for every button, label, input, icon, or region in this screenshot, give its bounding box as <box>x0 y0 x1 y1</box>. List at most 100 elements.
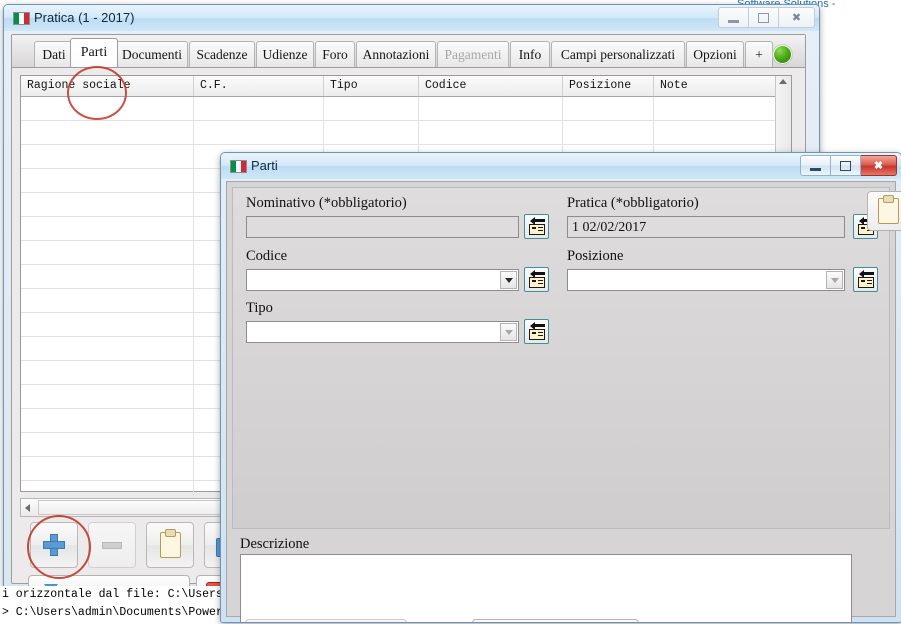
tipo-lookup-button[interactable] <box>524 319 549 344</box>
scroll-left-arrow-icon[interactable] <box>25 504 30 512</box>
grid-col-codice[interactable]: Codice <box>419 76 563 96</box>
tab-dati[interactable]: Dati <box>34 41 74 67</box>
chevron-down-icon[interactable] <box>500 271 517 289</box>
tab-pagamenti: Pagamenti <box>437 41 509 67</box>
close-icon[interactable]: ✖ <box>779 7 815 28</box>
grid-col-note[interactable]: Note <box>654 76 776 96</box>
dialog-window-controls: ✖ <box>800 155 897 176</box>
posizione-lookup-button[interactable] <box>853 267 878 292</box>
table-cell[interactable] <box>563 97 654 120</box>
minimize-icon[interactable] <box>718 7 749 28</box>
tab-parti[interactable]: Parti <box>70 38 118 67</box>
pratica-label: Pratica (*obbligatorio) <box>567 195 699 211</box>
posizione-label: Posizione <box>567 248 624 264</box>
add-row-button[interactable] <box>30 522 78 568</box>
descrizione-paste-button[interactable] <box>867 191 901 231</box>
table-cell[interactable] <box>324 97 419 120</box>
tab-strip: Dati Parti Documenti Scadenze Udienze Fo… <box>12 35 805 68</box>
dialog-save-button: Salva (F10) <box>245 619 407 622</box>
paste-rows-button[interactable] <box>146 522 194 568</box>
dialog-body: Nominativo (*obbligatorio) Pratica (*obb… <box>221 179 901 622</box>
maximize-icon[interactable] <box>831 155 861 176</box>
table-cell[interactable] <box>21 289 194 312</box>
grid-col-tipo[interactable]: Tipo <box>324 76 419 96</box>
clipboard-icon <box>877 195 899 224</box>
descrizione-textarea[interactable] <box>240 554 852 622</box>
table-cell[interactable] <box>654 97 776 120</box>
table-cell[interactable] <box>21 169 194 192</box>
table-cell[interactable] <box>21 265 194 288</box>
tab-campi-personalizzati[interactable]: Campi personalizzati <box>551 41 685 67</box>
table-cell[interactable] <box>654 121 776 144</box>
minimize-icon[interactable] <box>800 155 831 176</box>
italian-flag-icon <box>230 160 247 173</box>
minus-icon <box>102 541 122 549</box>
parti-dialog: Parti ✖ Nominativo (*obbligatorio) Prati… <box>220 152 901 623</box>
posizione-combo[interactable] <box>567 269 845 291</box>
table-cell[interactable] <box>21 409 194 432</box>
maximize-icon[interactable] <box>749 7 779 28</box>
table-cell[interactable] <box>324 121 419 144</box>
tab-add-new[interactable]: + <box>745 41 773 67</box>
tab-info[interactable]: Info <box>510 41 550 67</box>
clipboard-icon <box>159 529 181 558</box>
plus-icon <box>43 534 65 556</box>
dialog-footer: Salva (F10) ✖ Annulla (Esc) <box>232 619 900 622</box>
desktop-background: Software Solutions - Pratica (1 - 2017) … <box>0 0 901 624</box>
table-cell[interactable] <box>194 97 324 120</box>
codice-label: Codice <box>246 248 288 264</box>
main-window-titlebar[interactable]: Pratica (1 - 2017) ✖ <box>4 5 819 32</box>
table-row[interactable] <box>21 97 791 121</box>
table-cell[interactable] <box>419 97 563 120</box>
table-cell[interactable] <box>21 241 194 264</box>
tipo-combo[interactable] <box>246 321 519 343</box>
chevron-down-icon[interactable] <box>826 271 843 289</box>
dialog-titlebar[interactable]: Parti ✖ <box>221 153 901 180</box>
descrizione-group: Descrizione <box>238 536 858 622</box>
nominativo-lookup-button[interactable] <box>524 214 549 239</box>
table-cell[interactable] <box>419 121 563 144</box>
grid-col-posizione[interactable]: Posizione <box>563 76 654 96</box>
table-cell[interactable] <box>21 313 194 336</box>
table-cell[interactable] <box>21 457 194 480</box>
tipo-label: Tipo <box>246 300 273 316</box>
nominativo-label: Nominativo (*obbligatorio) <box>246 195 407 211</box>
grid-col-cf[interactable]: C.F. <box>194 76 324 96</box>
tab-opzioni[interactable]: Opzioni <box>686 41 744 67</box>
dialog-content: Nominativo (*obbligatorio) Pratica (*obb… <box>226 181 901 622</box>
italian-flag-icon <box>13 12 30 25</box>
table-row[interactable] <box>21 121 791 145</box>
nominativo-input[interactable] <box>246 216 519 238</box>
table-cell[interactable] <box>21 121 194 144</box>
grid-header-row: Ragione sociale C.F. Tipo Codice Posizio… <box>21 76 791 97</box>
table-cell[interactable] <box>194 121 324 144</box>
tab-udienze[interactable]: Udienze <box>256 41 314 67</box>
tab-foro[interactable]: Foro <box>315 41 355 67</box>
table-cell[interactable] <box>21 361 194 384</box>
codice-lookup-button[interactable] <box>524 267 549 292</box>
table-cell[interactable] <box>21 433 194 456</box>
table-cell[interactable] <box>21 193 194 216</box>
tab-scadenze[interactable]: Scadenze <box>189 41 255 67</box>
table-cell[interactable] <box>21 337 194 360</box>
tab-annotazioni[interactable]: Annotazioni <box>356 41 436 67</box>
main-window-title: Pratica (1 - 2017) <box>34 10 135 25</box>
codice-combo[interactable] <box>246 269 519 291</box>
dialog-title: Parti <box>251 158 278 173</box>
remove-row-button <box>88 522 136 568</box>
dialog-cancel-button[interactable]: ✖ Annulla (Esc) <box>472 619 639 622</box>
descrizione-label: Descrizione <box>240 536 310 552</box>
grid-col-ragione-sociale[interactable]: Ragione sociale <box>21 76 194 96</box>
table-cell[interactable] <box>21 97 194 120</box>
chevron-down-icon[interactable] <box>500 323 517 341</box>
table-cell[interactable] <box>21 217 194 240</box>
table-cell[interactable] <box>21 145 194 168</box>
green-status-dot <box>772 44 793 65</box>
table-cell[interactable] <box>563 121 654 144</box>
dialog-form-panel: Nominativo (*obbligatorio) Pratica (*obb… <box>232 187 901 622</box>
tab-documenti[interactable]: Documenti <box>116 41 188 67</box>
close-icon[interactable]: ✖ <box>861 155 897 176</box>
pratica-input[interactable]: 1 02/02/2017 <box>567 216 845 238</box>
scroll-up-arrow-icon[interactable] <box>779 79 787 84</box>
table-cell[interactable] <box>21 385 194 408</box>
